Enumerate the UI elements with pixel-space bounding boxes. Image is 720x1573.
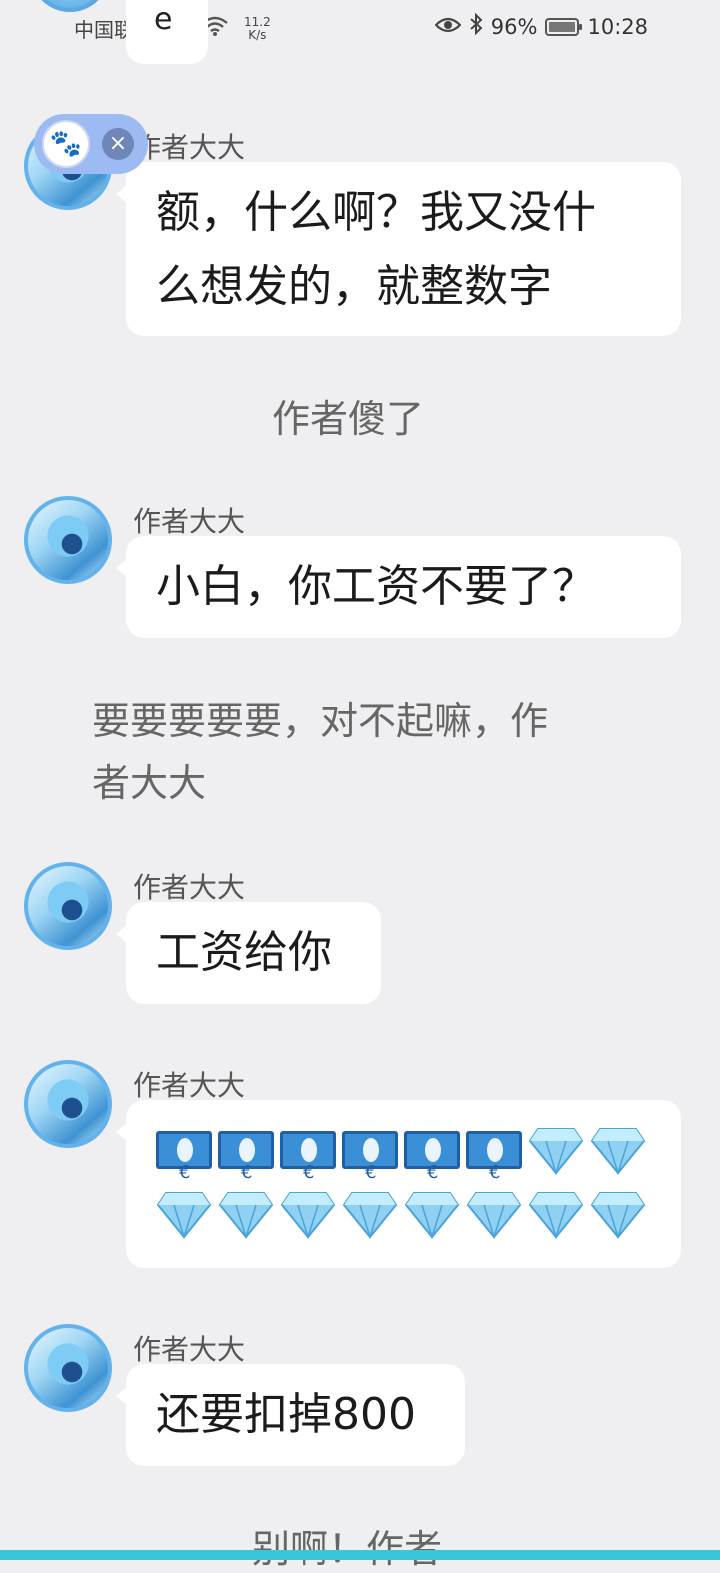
diamond-icon xyxy=(528,1189,584,1239)
cash-icon xyxy=(156,1131,212,1210)
message-line: 额，什么啊？我又没什 xyxy=(156,187,596,238)
cash-icon xyxy=(280,1131,336,1210)
sender-name: 作者大大 xyxy=(133,1069,246,1102)
emoji-row xyxy=(156,1182,651,1246)
eye-icon xyxy=(434,15,462,39)
status-right: 96% 10:28 xyxy=(434,12,648,40)
bluetooth-icon xyxy=(469,12,483,40)
cash-icon xyxy=(218,1131,274,1210)
message-bubble: 工资给你 xyxy=(116,902,381,1004)
message-text: e xyxy=(154,2,173,37)
battery-icon xyxy=(545,17,583,36)
message-text: 小白，你工资不要了？ xyxy=(156,561,596,612)
net-speed-value: 11.2 xyxy=(244,14,271,29)
bottom-accent-bar xyxy=(0,1550,720,1560)
message-text: 还要扣掉800 xyxy=(156,1389,416,1440)
cash-icon xyxy=(342,1131,398,1210)
net-speed-unit: K/s xyxy=(248,27,267,42)
diamond-icon xyxy=(156,1189,212,1239)
status-bar: 中国联通 11.2 K/s 96% 10:28 xyxy=(0,0,720,56)
narration-line: 要要要要要，对不起嘛，作 xyxy=(92,699,549,743)
diamond-icon xyxy=(528,1125,584,1175)
avatar[interactable] xyxy=(24,1060,112,1148)
sender-name: 作者大大 xyxy=(133,505,246,538)
emoji-row xyxy=(156,1118,651,1210)
cash-icon xyxy=(466,1131,522,1210)
diamond-icon xyxy=(404,1189,460,1239)
cash-icon xyxy=(404,1131,460,1210)
avatar[interactable] xyxy=(24,862,112,950)
clock: 10:28 xyxy=(587,14,648,39)
narration-line: 者大大 xyxy=(92,761,207,805)
diamond-icon xyxy=(466,1189,522,1239)
diamond-icon xyxy=(590,1189,646,1239)
narration-text-partial: 别啊！作者 xyxy=(252,1527,443,1571)
paw-icon[interactable]: 🐾 xyxy=(42,120,90,168)
battery-percent: 96% xyxy=(490,14,538,39)
floating-assistant-badge[interactable]: 🐾 × xyxy=(34,114,148,174)
message-text: 工资给你 xyxy=(156,927,332,978)
message-bubble: 小白，你工资不要了？ xyxy=(116,536,681,638)
close-icon[interactable]: × xyxy=(102,128,134,160)
narration-text: 要要要要要，对不起嘛，作 者大大 xyxy=(92,690,652,814)
diamond-icon xyxy=(280,1189,336,1239)
sender-name: 作者大大 xyxy=(133,131,246,164)
message-bubble-partial: e xyxy=(126,0,208,64)
diamond-icon xyxy=(218,1189,274,1239)
sender-name: 作者大大 xyxy=(133,871,246,904)
net-speed: 11.2 K/s xyxy=(244,14,271,42)
sender-name: 作者大大 xyxy=(133,1333,246,1366)
message-bubble: 还要扣掉800 xyxy=(116,1364,465,1466)
avatar[interactable] xyxy=(24,496,112,584)
message-line: 么想发的，就整数字 xyxy=(156,261,552,312)
narration-text: 作者傻了 xyxy=(272,397,425,441)
message-bubble: 额，什么啊？我又没什 么想发的，就整数字 xyxy=(116,162,681,336)
message-bubble xyxy=(116,1100,681,1268)
avatar[interactable] xyxy=(24,1324,112,1412)
diamond-icon xyxy=(590,1125,646,1175)
diamond-icon xyxy=(342,1189,398,1239)
